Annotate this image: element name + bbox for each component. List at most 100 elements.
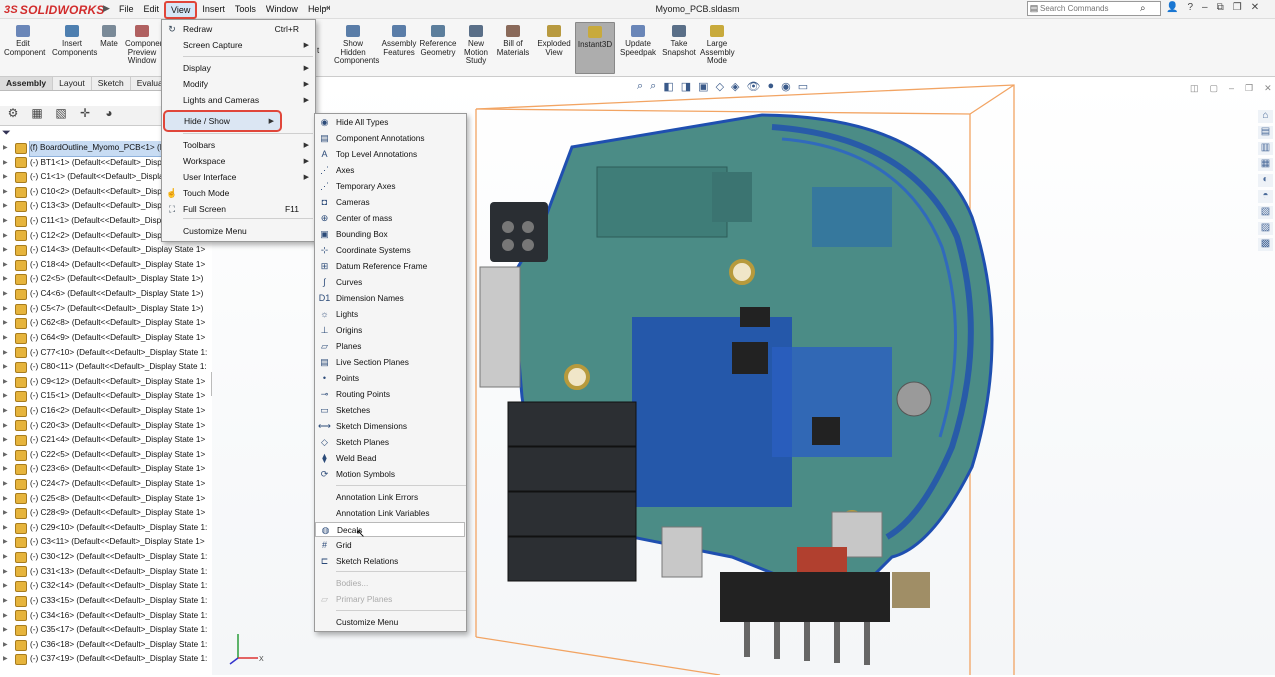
hide-show-item-motion-symbols[interactable]: ⟳ Motion Symbols xyxy=(315,467,466,482)
hide-show-item-annotation-link-errors[interactable]: Annotation Link Errors xyxy=(315,490,466,505)
expand-arrow-icon[interactable]: ▶ xyxy=(3,652,11,667)
tab-assembly[interactable]: Assembly xyxy=(0,77,54,90)
view-menu-item-redraw[interactable]: ↻ Redraw Ctrl+R xyxy=(162,22,315,37)
property-manager-icon[interactable]: ▦ xyxy=(28,106,46,125)
expand-arrow-icon[interactable]: ▶ xyxy=(3,375,11,390)
restore-icon[interactable]: ❐ xyxy=(1233,2,1242,13)
tree-item[interactable]: ▶ (-) C28<9> (Default<<Default>_Display S… xyxy=(0,506,212,521)
hide-show-item-weld-bead[interactable]: ⧫ Weld Bead xyxy=(315,451,466,466)
hide-show-item-coordinate-systems[interactable]: ⊹ Coordinate Systems xyxy=(315,243,466,258)
tree-item[interactable]: ▶ (-) C29<10> (Default<<Default>_Display … xyxy=(0,521,212,536)
expand-arrow-icon[interactable]: ▶ xyxy=(3,404,11,419)
view-menu-item-customize-menu[interactable]: Customize Menu xyxy=(162,224,315,239)
tree-item[interactable]: ▶ (-) C37<19> (Default<<Default>_Display … xyxy=(0,652,212,667)
ribbon-button-new-motion-study[interactable]: New Motion Study xyxy=(459,25,493,66)
hide-show-item-center-of-mass[interactable]: ⊕ Center of mass xyxy=(315,211,466,226)
view-menu-item-hide-show[interactable]: Hide / Show ▶ xyxy=(163,114,280,129)
view-orientation-icon[interactable]: ◇ xyxy=(716,80,724,93)
filter-icon[interactable]: ⏷ xyxy=(2,127,11,140)
hide-show-item-curves[interactable]: ∫ Curves xyxy=(315,275,466,290)
search-icon[interactable]: ⌕ xyxy=(1140,3,1146,14)
pin-icon[interactable]: ⇥ xyxy=(322,3,330,14)
expand-arrow-icon[interactable]: ▶ xyxy=(3,550,11,565)
display-style-icon[interactable]: ◈ xyxy=(731,80,739,93)
expand-arrow-icon[interactable]: ▶ xyxy=(3,302,11,317)
hide-show-item-grid[interactable]: # Grid xyxy=(315,538,466,553)
tree-item[interactable]: ▶ (-) C34<16> (Default<<Default>_Display … xyxy=(0,609,212,624)
zoom-area-icon[interactable]: ⌕ xyxy=(650,80,656,93)
expand-arrow-icon[interactable]: ▶ xyxy=(3,316,11,331)
ribbon-button-show-hidden-components[interactable]: Show Hidden Components xyxy=(334,25,379,66)
menu-file[interactable]: File xyxy=(114,0,139,19)
expand-arrow-icon[interactable]: ▶ xyxy=(3,433,11,448)
viewport-split-icon[interactable]: ◫ xyxy=(1190,83,1199,94)
tree-item[interactable]: ▶ (-) C21<4> (Default<<Default>_Display S… xyxy=(0,433,212,448)
ribbon-button-assembly-features[interactable]: Assembly Features xyxy=(381,25,417,57)
view-settings-icon[interactable]: ▭ xyxy=(798,80,808,93)
hide-show-items-icon[interactable]: 👁 xyxy=(747,80,761,93)
tree-item[interactable]: ▶ (-) C14<3> (Default<<Default>_Display S… xyxy=(0,243,212,258)
tree-item[interactable]: ▶ (-) C32<14> (Default<<Default>_Display … xyxy=(0,579,212,594)
view-menu-item-modify[interactable]: Modify ▶ xyxy=(162,77,315,92)
expand-arrow-icon[interactable]: ▶ xyxy=(3,609,11,624)
search-box[interactable]: ▤ ⌕ xyxy=(1027,1,1161,16)
custom-properties-icon[interactable]: ▧ xyxy=(1258,206,1273,219)
expand-arrow-icon[interactable]: ▶ xyxy=(3,623,11,638)
ribbon-button-insert-components[interactable]: Insert Components xyxy=(52,25,97,57)
expand-arrow-icon[interactable]: ▶ xyxy=(3,229,11,244)
expand-arrow-icon[interactable]: ▶ xyxy=(3,506,11,521)
hide-show-item-customize-menu[interactable]: Customize Menu xyxy=(315,615,466,630)
hide-show-item-dimension-names[interactable]: D1 Dimension Names xyxy=(315,291,466,306)
hide-show-item-origins[interactable]: ⊥ Origins xyxy=(315,323,466,338)
view-menu-item-display[interactable]: Display ▶ xyxy=(162,61,315,76)
tree-item[interactable]: ▶ (-) C62<8> (Default<<Default>_Display S… xyxy=(0,316,212,331)
solidworks-resources-icon[interactable]: ▩ xyxy=(1258,238,1273,251)
tree-item[interactable]: ▶ (-) C22<5> (Default<<Default>_Display S… xyxy=(0,448,212,463)
hide-show-item-sketch-planes[interactable]: ◇ Sketch Planes xyxy=(315,435,466,450)
expand-arrow-icon[interactable]: ▶ xyxy=(3,214,11,229)
tree-item[interactable]: ▶ (-) C23<6> (Default<<Default>_Display S… xyxy=(0,462,212,477)
menu-edit[interactable]: Edit xyxy=(139,0,165,19)
solidworks-logo[interactable]: 3S SOLIDWORKS xyxy=(4,1,105,18)
tree-item[interactable]: ▶ (-) C77<10> (Default<<Default>_Display … xyxy=(0,346,212,361)
search-scope-icon[interactable]: ▤ xyxy=(1028,3,1040,14)
resources-icon[interactable]: ▤ xyxy=(1258,126,1273,139)
expand-arrow-icon[interactable]: ▶ xyxy=(3,462,11,477)
tab-sketch[interactable]: Sketch xyxy=(92,77,131,90)
design-library-icon[interactable]: ▥ xyxy=(1258,142,1273,155)
tree-item[interactable]: ▶ (-) C5<7> (Default<<Default>_Display St… xyxy=(0,302,212,317)
viewport-close-icon[interactable]: ✕ xyxy=(1264,83,1272,94)
hide-show-item-sketch-dimensions[interactable]: ⟷ Sketch Dimensions xyxy=(315,419,466,434)
appearances-icon[interactable]: ◓ xyxy=(1258,190,1273,203)
view-menu-item-screen-capture[interactable]: Screen Capture ▶ xyxy=(162,38,315,53)
hide-show-item-lights[interactable]: ☼ Lights xyxy=(315,307,466,322)
view-menu-item-lights-and-cameras[interactable]: Lights and Cameras ▶ xyxy=(162,93,315,108)
tree-item[interactable]: ▶ (-) C31<13> (Default<<Default>_Display … xyxy=(0,565,212,580)
hide-show-item-top-level-annotations[interactable]: A Top Level Annotations xyxy=(315,147,466,162)
expand-arrow-icon[interactable]: ▶ xyxy=(3,565,11,580)
expand-arrow-icon[interactable]: ▶ xyxy=(3,389,11,404)
menu-view[interactable]: View xyxy=(164,1,198,19)
expand-arrow-icon[interactable]: ▶ xyxy=(3,141,11,156)
ribbon-button-update-speedpak[interactable]: Update Speedpak xyxy=(620,25,656,57)
tree-item[interactable]: ▶ (-) C18<4> (Default<<Default>_Display S… xyxy=(0,258,212,273)
hide-show-item-routing-points[interactable]: ⊸ Routing Points xyxy=(315,387,466,402)
tree-item[interactable]: ▶ (-) C36<18> (Default<<Default>_Display … xyxy=(0,638,212,653)
tab-layout[interactable]: Layout xyxy=(53,77,92,90)
search-input[interactable] xyxy=(1040,4,1140,13)
display-manager-icon[interactable]: ◕ xyxy=(100,106,118,125)
hide-show-item-annotation-link-variables[interactable]: Annotation Link Variables xyxy=(315,506,466,521)
view-menu-item-touch-mode[interactable]: ☝ Touch Mode xyxy=(162,186,315,201)
dimxpert-icon[interactable]: ✛ xyxy=(76,106,94,125)
ribbon-button-mate[interactable]: Mate xyxy=(99,25,119,49)
tree-item[interactable]: ▶ (-) C24<7> (Default<<Default>_Display S… xyxy=(0,477,212,492)
hide-show-item-datum-reference-frame[interactable]: ⊞ Datum Reference Frame xyxy=(315,259,466,274)
previous-view-icon[interactable]: ◧ xyxy=(663,80,673,93)
dynamic-annotation-icon[interactable]: ▣ xyxy=(698,80,708,93)
viewport-tile-icon[interactable]: ▢ xyxy=(1210,83,1219,94)
expand-arrow-icon[interactable]: ▶ xyxy=(3,579,11,594)
expand-arrow-icon[interactable]: ▶ xyxy=(3,448,11,463)
tree-item[interactable]: ▶ (-) C3<11> (Default<<Default>_Display S… xyxy=(0,535,212,550)
ribbon-button-large-assembly-mode[interactable]: Large Assembly Mode xyxy=(700,25,735,66)
user-icon[interactable]: 👤 xyxy=(1166,2,1178,13)
